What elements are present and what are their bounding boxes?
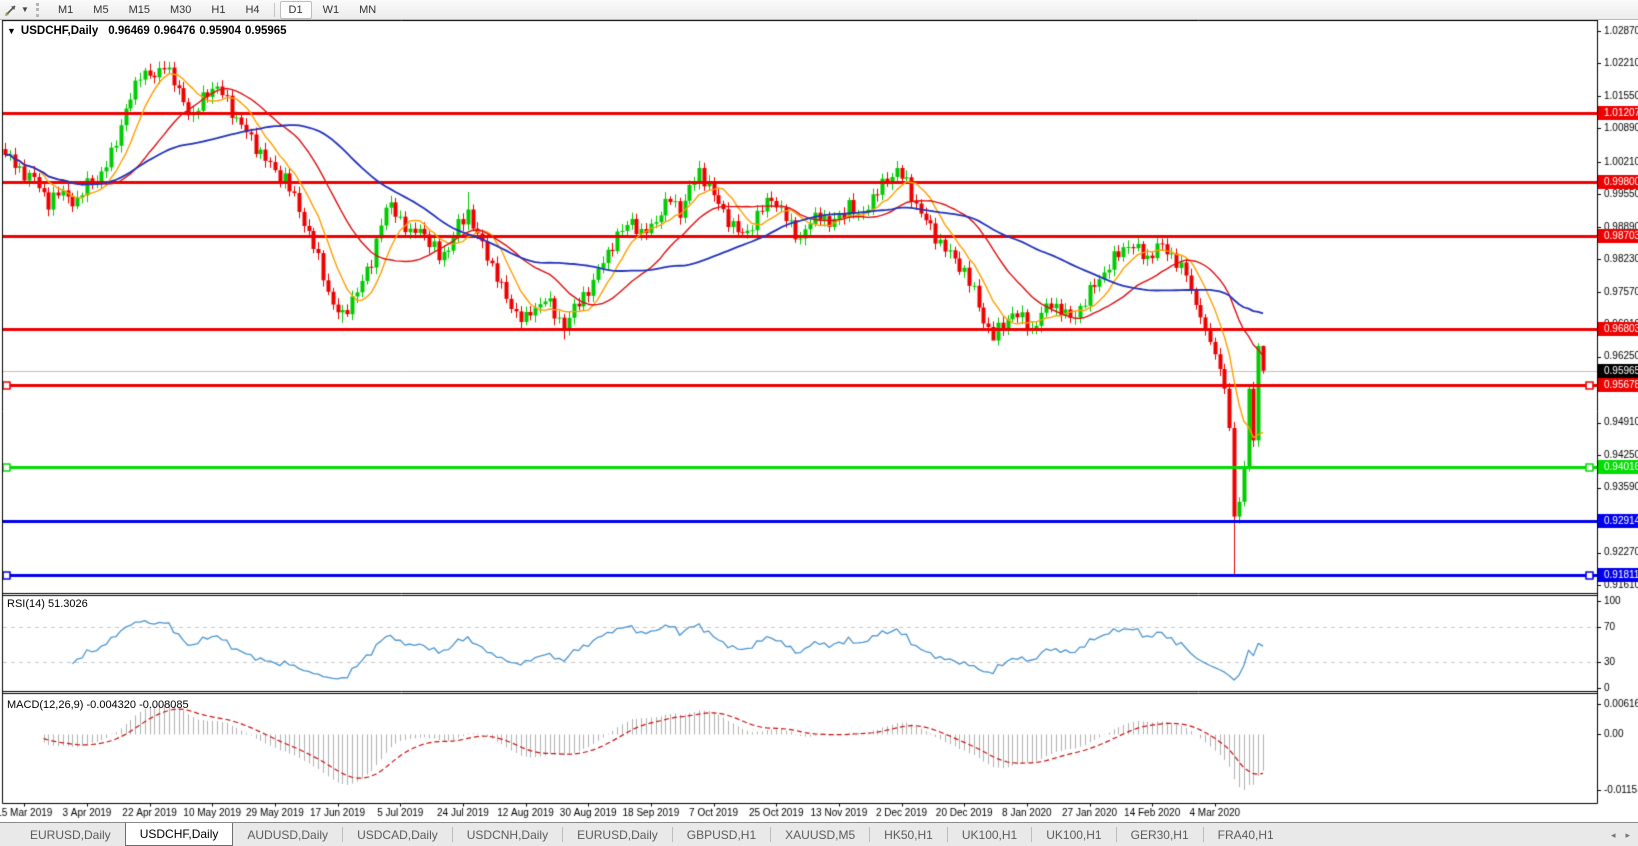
price-chart-canvas[interactable] xyxy=(0,20,1638,822)
tab-hk50-h1[interactable]: HK50,H1 xyxy=(870,823,947,846)
toolbar-grip-handle[interactable] xyxy=(36,3,44,17)
timeframe-button-MN[interactable]: MN xyxy=(350,1,385,19)
chart-tabbar: EURUSD,DailyUSDCHF,DailyAUDUSD,DailyUSDC… xyxy=(0,822,1638,846)
crosshair-tool-icon[interactable] xyxy=(2,2,20,18)
tab-usdchf-daily[interactable]: USDCHF,Daily xyxy=(125,823,234,846)
timeframe-button-M5[interactable]: M5 xyxy=(84,1,117,19)
timeframe-button-D1[interactable]: D1 xyxy=(280,1,312,19)
timeframe-button-M15[interactable]: M15 xyxy=(120,1,159,19)
tab-eurusd-daily[interactable]: EURUSD,Daily xyxy=(563,823,672,846)
tab-scroll-right-button[interactable]: ▸ xyxy=(1625,830,1630,841)
tab-fra40-h1[interactable]: FRA40,H1 xyxy=(1204,823,1288,846)
timeframe-button-H4[interactable]: H4 xyxy=(236,1,268,19)
tab-usdcad-daily[interactable]: USDCAD,Daily xyxy=(343,823,452,846)
tab-eurusd-daily[interactable]: EURUSD,Daily xyxy=(16,823,125,846)
tab-scroll-left-button[interactable]: ◂ xyxy=(1611,830,1616,841)
tab-uk100-h1[interactable]: UK100,H1 xyxy=(1032,823,1115,846)
tab-audusd-daily[interactable]: AUDUSD,Daily xyxy=(233,823,342,846)
mt4-window: ▼ M1M5M15M30H1H4 D1W1MN ▼USDCHF,Daily0.96… xyxy=(0,0,1638,846)
tab-xauusd-m5[interactable]: XAUUSD,M5 xyxy=(771,823,869,846)
chart-area: ▼USDCHF,Daily0.964690.964760.959040.9596… xyxy=(0,20,1638,822)
toolbar-separator xyxy=(274,3,275,17)
tab-gbpusd-h1[interactable]: GBPUSD,H1 xyxy=(673,823,770,846)
crosshair-tool-dropdown-icon[interactable]: ▼ xyxy=(20,5,30,14)
timeframe-button-M1[interactable]: M1 xyxy=(49,1,82,19)
timeframe-button-W1[interactable]: W1 xyxy=(314,1,349,19)
tab-usdcnh-daily[interactable]: USDCNH,Daily xyxy=(453,823,562,846)
timeframe-button-H1[interactable]: H1 xyxy=(202,1,234,19)
tab-ger30-h1[interactable]: GER30,H1 xyxy=(1117,823,1203,846)
timeframe-button-M30[interactable]: M30 xyxy=(161,1,200,19)
timeframe-toolbar: ▼ M1M5M15M30H1H4 D1W1MN xyxy=(0,0,1638,20)
tab-uk100-h1[interactable]: UK100,H1 xyxy=(948,823,1031,846)
